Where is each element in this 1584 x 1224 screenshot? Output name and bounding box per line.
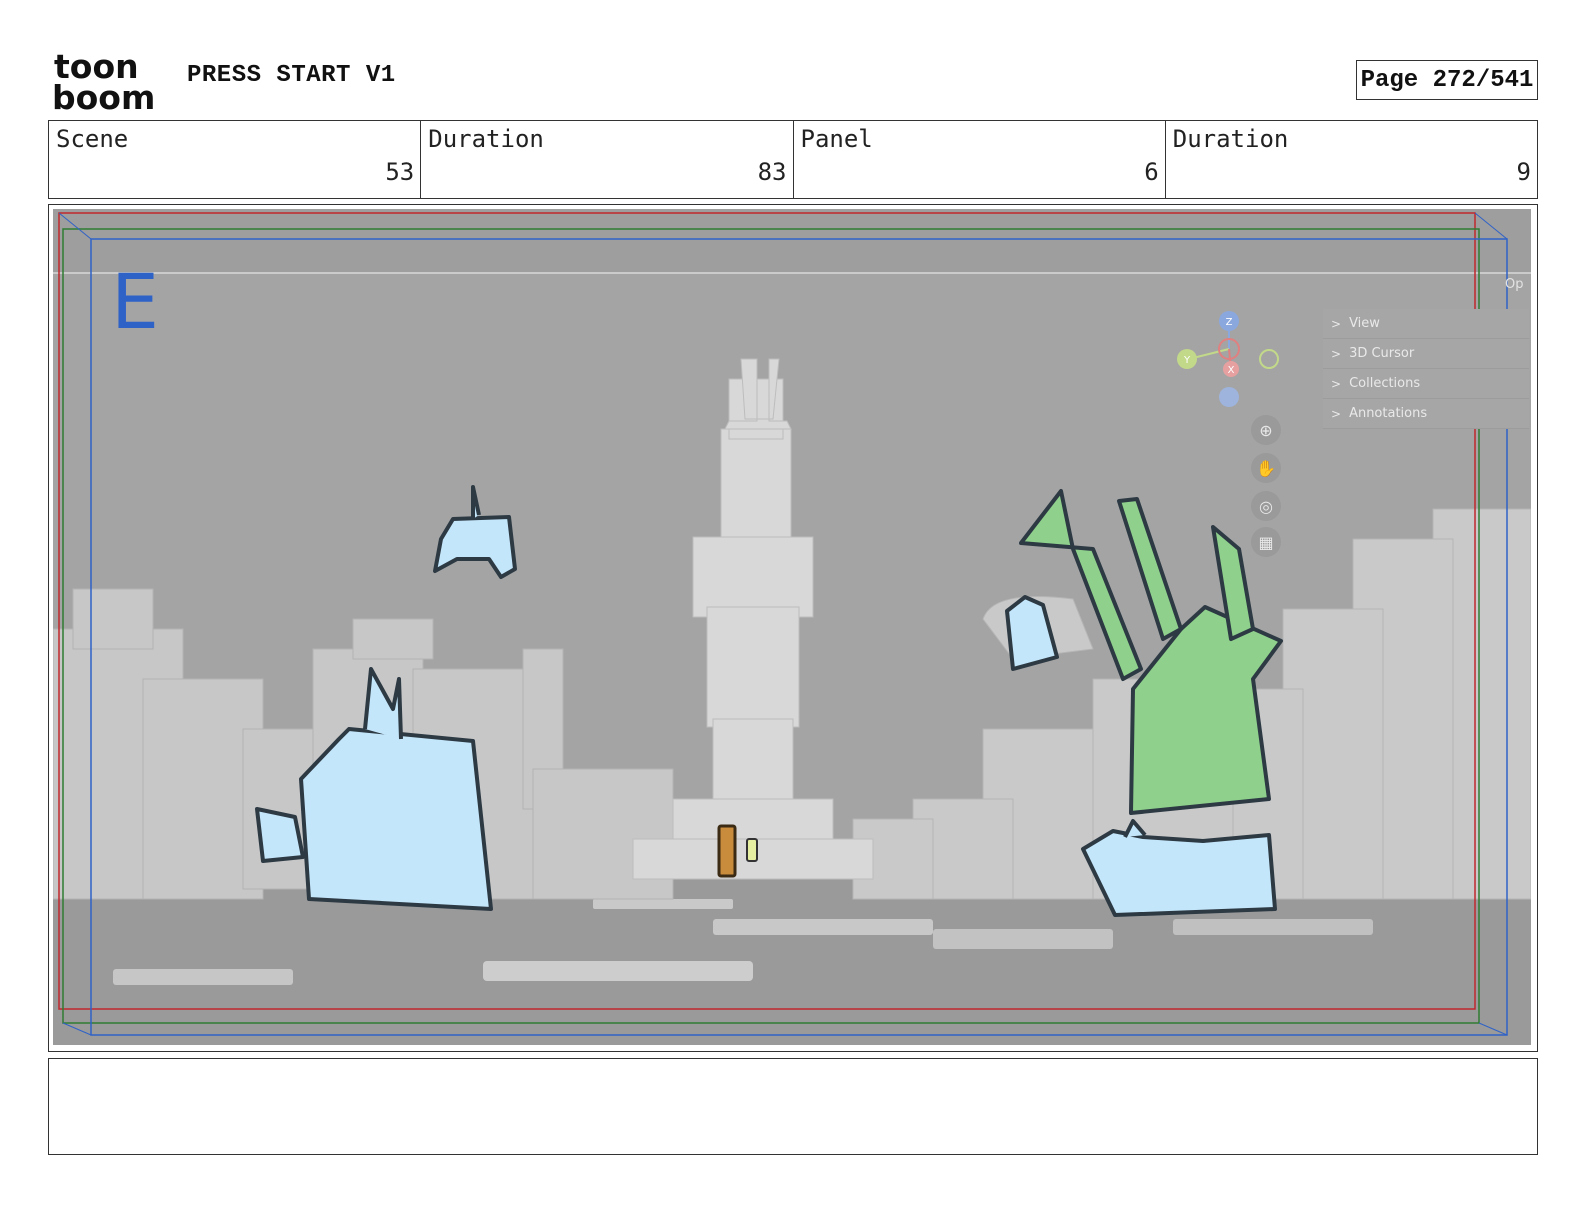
sidebar-item-label: View (1349, 316, 1380, 331)
scene-duration-value: 83 (757, 158, 787, 186)
project-title: PRESS START V1 (187, 62, 396, 89)
sidebar-item-label: Collections (1349, 376, 1421, 391)
hand-icon[interactable]: ✋ (1251, 453, 1281, 483)
sidebar-item-label: Annotations (1349, 406, 1428, 421)
zoom-icon[interactable]: ⊕ (1251, 415, 1281, 445)
chevron-right-icon: > (1331, 376, 1342, 391)
panel-image: Z Y X E Op > View > 3D Cursor > Collecti… (53, 209, 1531, 1045)
page-indicator: Page 272/541 (1356, 60, 1538, 100)
logo-text-bottom: boom (52, 78, 155, 112)
scene-label: Scene (56, 125, 129, 153)
sidebar-item-view[interactable]: > View (1323, 309, 1529, 339)
viewport-sidebar: > View > 3D Cursor > Collections > Annot… (1323, 309, 1529, 429)
panel-cell: Panel 6 (794, 121, 1166, 198)
viewport-options-tab[interactable]: Op (1505, 277, 1523, 292)
panel-duration-cell: Duration 9 (1166, 121, 1537, 198)
camera-icon[interactable]: ◎ (1251, 491, 1281, 521)
sidebar-item-collections[interactable]: > Collections (1323, 369, 1529, 399)
safe-area-letter: E (111, 257, 160, 346)
scene-cell: Scene 53 (49, 121, 422, 198)
sidebar-item-label: 3D Cursor (1349, 346, 1415, 361)
toon-boom-logo: toon boom (52, 47, 164, 117)
scene-duration-label: Duration (428, 125, 544, 153)
scene-info-table: Scene 53 Duration 83 Panel 6 Duration 9 (48, 120, 1538, 199)
chevron-right-icon: > (1331, 406, 1342, 421)
gizmo-axis-z: Z (1226, 317, 1233, 328)
grid-icon[interactable]: ▦ (1251, 527, 1281, 557)
sidebar-item-3d-cursor[interactable]: > 3D Cursor (1323, 339, 1529, 369)
scene-value: 53 (385, 158, 415, 186)
panel-notes (48, 1058, 1538, 1155)
storyboard-panel: Z Y X E Op > View > 3D Cursor > Collecti… (48, 204, 1538, 1052)
gizmo-axis-y: Y (1183, 355, 1191, 366)
panel-label: Panel (800, 125, 873, 153)
panel-value: 6 (1144, 158, 1159, 186)
chevron-right-icon: > (1331, 346, 1342, 361)
gizmo-axis-x: X (1228, 365, 1235, 376)
scene-duration-cell: Duration 83 (421, 121, 794, 198)
panel-duration-value: 9 (1516, 158, 1531, 186)
chevron-right-icon: > (1331, 316, 1342, 331)
sidebar-item-annotations[interactable]: > Annotations (1323, 399, 1529, 429)
panel-duration-label: Duration (1172, 125, 1289, 153)
